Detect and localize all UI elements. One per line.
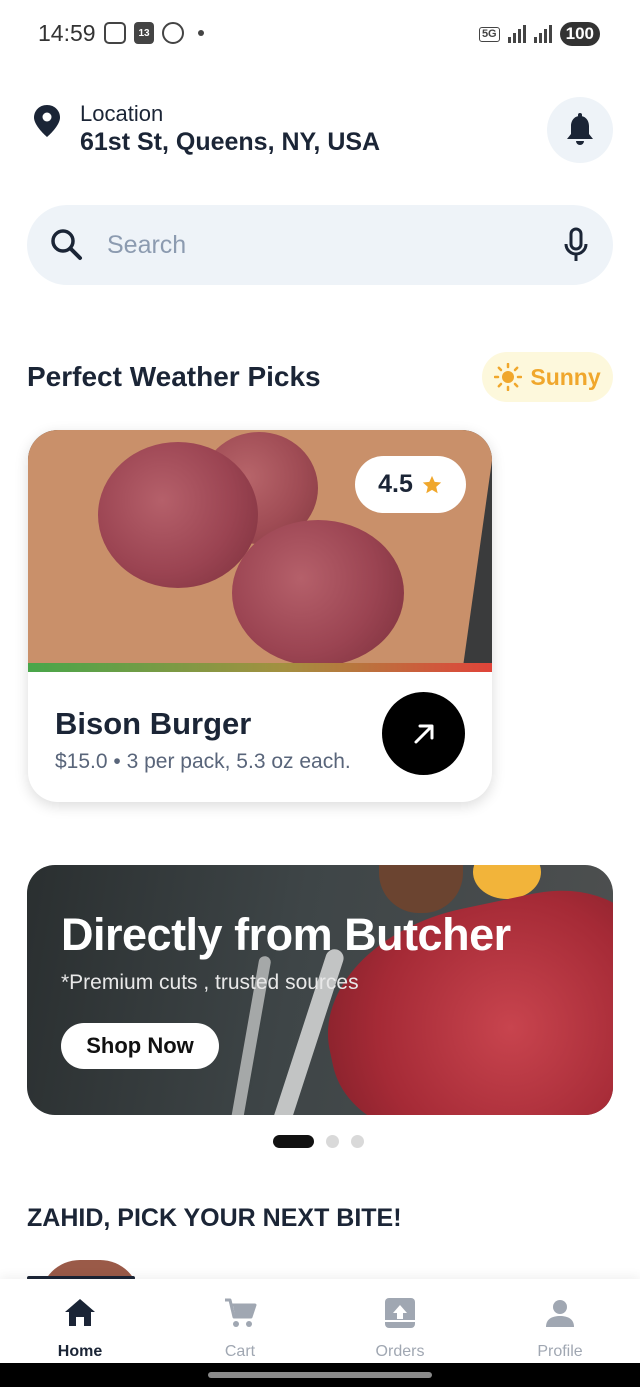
section-title: Perfect Weather Picks (27, 361, 321, 392)
notification-icons: 13 (104, 22, 204, 44)
arrow-up-right-icon (414, 724, 433, 743)
network-type: 5G (478, 26, 500, 42)
product-image: 4.5 (28, 430, 492, 672)
banner-title: Directly from Butcher (61, 909, 511, 960)
signal-icon (533, 25, 552, 43)
star-icon (422, 475, 442, 493)
orders-icon (385, 1298, 415, 1328)
nav-label-orders: Orders (375, 1343, 425, 1360)
battery-indicator: 100 (559, 22, 600, 46)
search-icon[interactable] (49, 227, 85, 263)
cart-icon (225, 1298, 257, 1327)
rating-value: 4.5 (378, 470, 413, 498)
home-icon (65, 1299, 95, 1326)
signal-icon (507, 25, 526, 43)
home-gesture-handle[interactable] (208, 1372, 432, 1378)
product-meta: $15.0 • 3 per pack, 5.3 oz each. (55, 750, 351, 773)
profile-icon (546, 1300, 574, 1327)
system-icons: 5G 100 (478, 22, 600, 46)
product-name: Bison Burger (55, 706, 252, 741)
location-pin-icon (34, 105, 60, 137)
freshness-bar (28, 663, 492, 672)
location-label: Location (80, 101, 164, 126)
search-bar[interactable] (27, 205, 613, 285)
status-bar: 14:59 13 5G 100 (0, 0, 640, 70)
carousel-dot[interactable] (326, 1135, 339, 1148)
sun-icon (494, 363, 523, 391)
nav-label-profile: Profile (537, 1343, 583, 1360)
weather-label: Sunny (530, 363, 601, 390)
shop-now-button[interactable]: Shop Now (61, 1023, 219, 1069)
banner-subtitle: *Premium cuts , trusted sources (61, 971, 359, 994)
promo-banner[interactable]: Directly from Butcher *Premium cuts , tr… (27, 865, 613, 1115)
nav-item-home[interactable]: Home (0, 1279, 160, 1363)
calendar-icon: 13 (134, 22, 154, 44)
nav-item-orders[interactable]: Orders (320, 1279, 480, 1363)
microphone-icon[interactable] (563, 227, 589, 263)
bell-icon (567, 113, 593, 145)
status-time: 14:59 (38, 20, 96, 46)
nav-item-profile[interactable]: Profile (480, 1279, 640, 1363)
carousel-dot[interactable] (351, 1135, 364, 1148)
weather-chip: Sunny (482, 352, 613, 402)
search-input[interactable] (107, 225, 527, 265)
bottom-nav: Home Cart Orders Profile (0, 1279, 640, 1363)
nav-item-cart[interactable]: Cart (160, 1279, 320, 1363)
picks-title: ZAHID, PICK YOUR NEXT BITE! (27, 1204, 402, 1232)
carousel-dot[interactable] (273, 1135, 314, 1148)
nav-label-cart: Cart (224, 1343, 256, 1360)
more-notifications-icon (198, 30, 204, 36)
carousel-indicator (273, 1135, 364, 1148)
product-card[interactable]: 4.5 Bison Burger $15.0 • 3 per pack, 5.3… (28, 430, 492, 802)
open-product-button[interactable] (382, 692, 465, 775)
location-value[interactable]: 61st St, Queens, NY, USA (80, 128, 380, 157)
gesture-bar (0, 1363, 640, 1387)
notifications-button[interactable] (547, 97, 613, 163)
rating-badge: 4.5 (355, 456, 466, 513)
whatsapp-icon (162, 22, 184, 44)
nav-label-home: Home (57, 1343, 103, 1360)
screenshot-icon (104, 22, 126, 44)
